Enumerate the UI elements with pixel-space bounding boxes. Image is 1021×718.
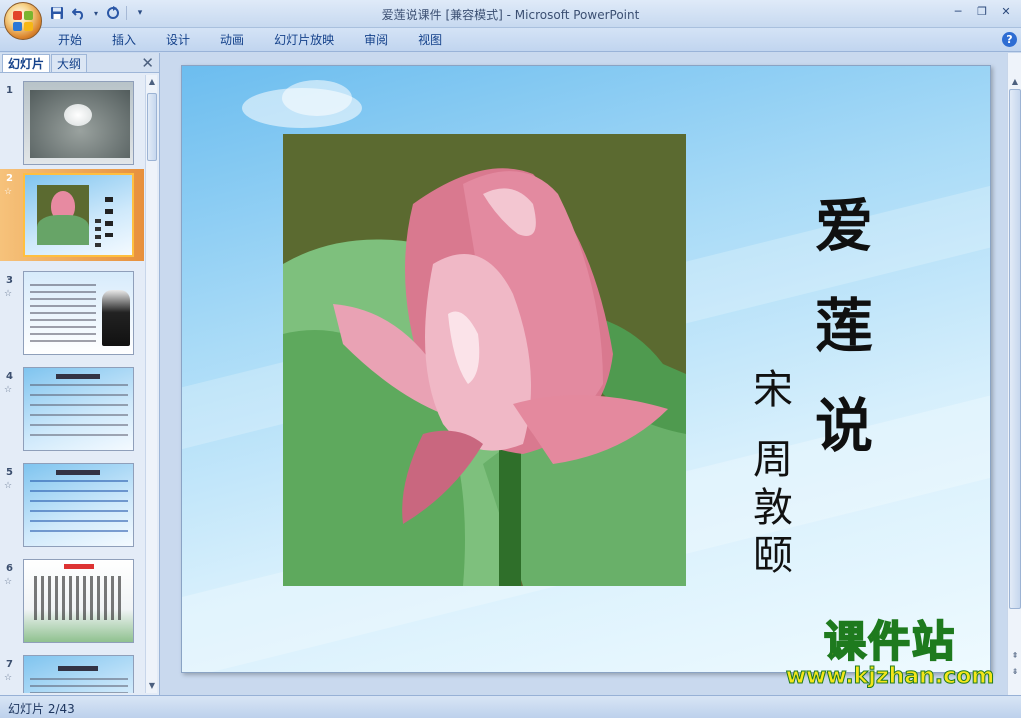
author-char: 敦	[753, 485, 793, 531]
title-bar: ▾ ▾ 爱莲说课件 [兼容模式] - Microsoft PowerPoint …	[0, 0, 1021, 40]
animation-star-icon: ☆	[4, 481, 13, 491]
thumbnail-scrollbar[interactable]: ▲ ▼	[145, 75, 157, 693]
author-char: 颐	[753, 533, 793, 579]
thumbnail-number: 6	[6, 563, 13, 574]
scrollbar-thumb[interactable]	[147, 93, 157, 161]
lotus-bud-illustration	[283, 134, 686, 586]
thumbnail-row-4[interactable]: 4 ☆	[0, 367, 144, 453]
thumbnail-row-5[interactable]: 5 ☆	[0, 463, 144, 549]
scrollbar-thumb[interactable]	[1009, 89, 1021, 609]
scroll-down-icon[interactable]: ▼	[146, 679, 158, 693]
scroll-up-icon[interactable]: ▲	[146, 75, 158, 89]
slide-editing-area: 爱 莲 说 宋 周 敦 颐 ▲ ⇞ ⇟	[161, 53, 1021, 695]
thumbnail-image	[37, 185, 89, 245]
slide-thumbnail-4[interactable]	[23, 367, 134, 451]
thumbnail-text	[30, 284, 96, 344]
animation-star-icon: ☆	[4, 289, 13, 299]
scroll-up-icon[interactable]: ▲	[1008, 75, 1021, 89]
thumbnail-text	[105, 197, 113, 237]
slide-canvas[interactable]: 爱 莲 说 宋 周 敦 颐	[181, 65, 991, 673]
office-logo-icon	[13, 11, 33, 31]
slide-author[interactable]: 宋 周 敦 颐	[748, 366, 798, 580]
thumbnail-number: 7	[6, 659, 13, 670]
window-controls: ─ ❐ ✕	[947, 3, 1017, 19]
slide-title[interactable]: 爱 莲 说	[804, 176, 884, 476]
tab-animations[interactable]: 动画	[210, 31, 254, 49]
animation-star-icon: ☆	[4, 187, 13, 197]
thumbnail-number: 2	[6, 173, 13, 184]
lotus-bud-image[interactable]	[283, 134, 686, 586]
window-title: 爱莲说课件 [兼容模式] - Microsoft PowerPoint	[381, 8, 640, 22]
tab-review[interactable]: 审阅	[354, 31, 398, 49]
cloud-shape	[282, 80, 352, 116]
tab-home[interactable]: 开始	[48, 31, 92, 49]
restore-icon[interactable]: ❐	[971, 3, 993, 19]
tab-view[interactable]: 视图	[408, 31, 452, 49]
animation-star-icon: ☆	[4, 673, 13, 683]
panel-close-icon[interactable]: ✕	[141, 54, 154, 72]
slide-thumbnail-6[interactable]	[23, 559, 134, 643]
tab-insert[interactable]: 插入	[102, 31, 146, 49]
slide-thumbnail-2[interactable]	[23, 173, 134, 257]
author-char: 周	[753, 437, 793, 483]
thumbnail-text	[34, 576, 124, 620]
slide-scrollbar[interactable]: ▲ ⇞ ⇟	[1007, 53, 1021, 695]
lotus-flower-icon	[64, 104, 92, 126]
title-char: 莲	[814, 292, 873, 360]
slide-thumbnail-3[interactable]	[23, 271, 134, 355]
thumbnail-list: 1 2 ☆ 3 ☆ 4 ☆ 5 ☆ 6 ☆ 7 ☆	[0, 75, 144, 693]
panel-tabs: 幻灯片 大纲	[0, 53, 159, 73]
thumbnail-heading	[56, 374, 100, 379]
thumbnail-text	[30, 384, 128, 444]
title-char: 说	[814, 392, 873, 460]
watermark-url: www.kjzhan.com	[785, 664, 995, 689]
ribbon-tab-bar: 开始 插入 设计 动画 幻灯片放映 审阅 视图 ?	[0, 28, 1021, 52]
thumbnail-heading	[64, 564, 94, 569]
slides-panel: 幻灯片 大纲 ✕ 1 2 ☆ 3 ☆ 4 ☆ 5 ☆ 6 ☆ 7 ☆ ▲ ▼	[0, 53, 160, 695]
author-gap	[748, 414, 798, 436]
thumbnail-text	[30, 480, 128, 540]
author-char: 宋	[753, 367, 793, 413]
slide-thumbnail-5[interactable]	[23, 463, 134, 547]
title-char: 爱	[814, 192, 873, 260]
minimize-icon[interactable]: ─	[947, 3, 969, 19]
thumbnail-text	[95, 219, 101, 247]
office-button[interactable]	[4, 2, 42, 40]
thumbnail-heading	[56, 470, 100, 475]
watermark-logo: 课件站 www.kjzhan.com	[770, 617, 1010, 689]
tab-slideshow[interactable]: 幻灯片放映	[264, 31, 344, 49]
thumbnail-row-1[interactable]: 1	[0, 81, 144, 167]
tab-slides[interactable]: 幻灯片	[2, 54, 51, 72]
thumbnail-row-2[interactable]: 2 ☆	[0, 169, 144, 261]
status-bar: 幻灯片 2/43	[0, 695, 1021, 718]
thumbnail-number: 1	[6, 85, 13, 96]
thumbnail-row-3[interactable]: 3 ☆	[0, 271, 144, 357]
help-icon[interactable]: ?	[1002, 32, 1017, 47]
thumbnail-number: 3	[6, 275, 13, 286]
thumbnail-row-6[interactable]: 6 ☆	[0, 559, 144, 645]
animation-star-icon: ☆	[4, 385, 13, 395]
close-icon[interactable]: ✕	[995, 3, 1017, 19]
thumbnail-text	[30, 678, 128, 693]
animation-star-icon: ☆	[4, 577, 13, 587]
tab-design[interactable]: 设计	[156, 31, 200, 49]
slide-indicator: 幻灯片 2/43	[8, 702, 75, 716]
slide-thumbnail-7[interactable]	[23, 655, 134, 693]
portrait-icon	[102, 290, 130, 346]
thumbnail-number: 4	[6, 371, 13, 382]
tab-outline[interactable]: 大纲	[51, 54, 88, 72]
thumbnail-row-7[interactable]: 7 ☆	[0, 655, 144, 693]
watermark-main: 课件站	[823, 617, 956, 667]
thumbnail-heading	[58, 666, 98, 671]
slide-thumbnail-1[interactable]	[23, 81, 134, 165]
thumbnail-number: 5	[6, 467, 13, 478]
